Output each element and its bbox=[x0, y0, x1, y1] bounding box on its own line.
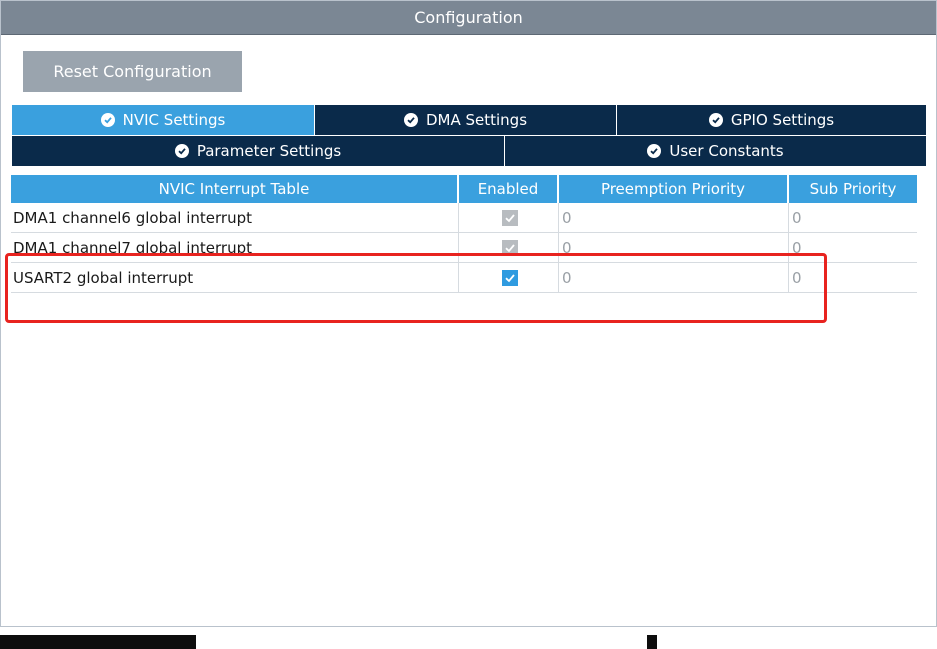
table-row[interactable]: DMA1 channel6 global interrupt 0 0 bbox=[11, 203, 917, 233]
column-header-preemption-priority[interactable]: Preemption Priority bbox=[559, 175, 789, 203]
check-circle-icon bbox=[100, 113, 115, 127]
check-circle-icon bbox=[403, 113, 418, 127]
enabled-cell bbox=[459, 203, 559, 232]
check-circle-icon bbox=[174, 144, 189, 158]
checkmark-icon bbox=[504, 243, 515, 252]
tab-parameter-settings[interactable]: Parameter Settings bbox=[12, 136, 505, 166]
tab-user-constants[interactable]: User Constants bbox=[505, 136, 926, 166]
preemption-priority-value[interactable]: 0 bbox=[559, 203, 789, 232]
enabled-checkbox bbox=[501, 209, 518, 226]
highlight-annotation bbox=[5, 253, 827, 323]
bottom-strip bbox=[0, 627, 937, 649]
column-header-sub-priority[interactable]: Sub Priority bbox=[789, 175, 917, 203]
column-header-interrupt[interactable]: NVIC Interrupt Table bbox=[11, 175, 459, 203]
tab-nvic-settings[interactable]: NVIC Settings bbox=[12, 105, 315, 135]
check-circle-icon bbox=[708, 113, 723, 127]
tab-label: NVIC Settings bbox=[122, 111, 226, 129]
check-circle-icon bbox=[647, 144, 662, 158]
dark-bar bbox=[0, 635, 196, 649]
tabs-row-2: Parameter Settings User Constants bbox=[12, 136, 926, 166]
checkmark-icon bbox=[504, 213, 515, 222]
panel-title: Configuration bbox=[1, 1, 936, 35]
tabs-row-1: NVIC Settings DMA Settings GPIO Settings bbox=[12, 105, 926, 135]
tab-label: GPIO Settings bbox=[730, 111, 835, 129]
reset-configuration-button[interactable]: Reset Configuration bbox=[23, 51, 242, 92]
tab-dma-settings[interactable]: DMA Settings bbox=[315, 105, 617, 135]
tab-label: User Constants bbox=[669, 142, 784, 160]
tab-label: DMA Settings bbox=[425, 111, 528, 129]
tab-label: Parameter Settings bbox=[196, 142, 342, 160]
column-header-enabled[interactable]: Enabled bbox=[459, 175, 559, 203]
sub-priority-value[interactable]: 0 bbox=[789, 203, 917, 232]
table-header: NVIC Interrupt Table Enabled Preemption … bbox=[11, 175, 917, 203]
configuration-panel: Configuration Reset Configuration NVIC S… bbox=[0, 0, 937, 627]
interrupt-name: DMA1 channel6 global interrupt bbox=[11, 203, 459, 232]
tab-gpio-settings[interactable]: GPIO Settings bbox=[617, 105, 926, 135]
dark-bar bbox=[647, 635, 657, 649]
